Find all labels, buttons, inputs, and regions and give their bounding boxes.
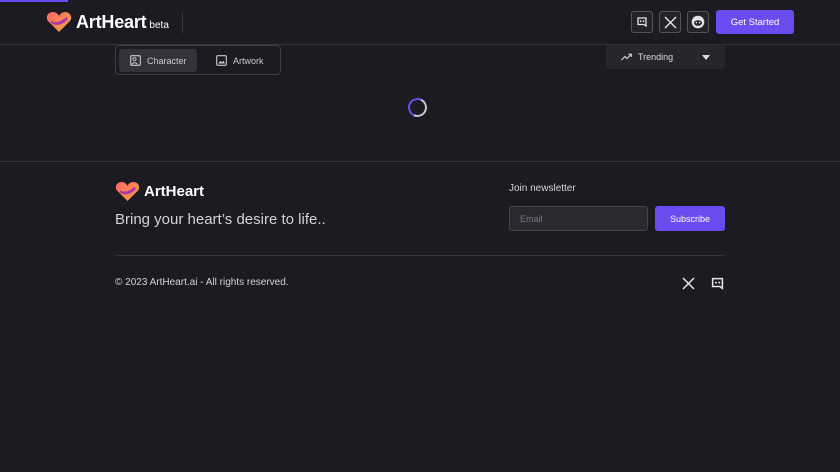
loading-spinner xyxy=(405,95,430,120)
x-icon xyxy=(664,16,676,28)
newsletter-title: Join newsletter xyxy=(509,183,576,194)
discord-button[interactable] xyxy=(631,11,653,33)
brand-name: ArtHeart xyxy=(76,11,147,32)
tab-character[interactable]: Character xyxy=(119,49,197,72)
sort-dropdown[interactable]: Trending xyxy=(606,45,725,69)
newsletter-email-input[interactable] xyxy=(509,206,648,231)
trending-icon xyxy=(621,53,632,61)
heart-logo-icon xyxy=(46,12,72,32)
caret-down-icon xyxy=(702,55,710,60)
sort-label: Trending xyxy=(638,52,674,62)
brand-logo[interactable]: ArtHeart beta xyxy=(46,11,169,33)
x-button[interactable] xyxy=(659,11,681,33)
subscribe-button[interactable]: Subscribe xyxy=(655,206,725,231)
reddit-button[interactable] xyxy=(687,11,709,33)
tab-artwork[interactable]: Artwork xyxy=(206,49,278,72)
footer-divider xyxy=(0,161,840,162)
footer-brand-name: ArtHeart xyxy=(144,183,205,200)
footer-tagline: Bring your heart’s desire to life.. xyxy=(115,211,326,228)
beta-badge: beta xyxy=(149,19,169,31)
footer-discord-link[interactable] xyxy=(710,276,724,290)
copyright-text: © 2023 ArtHeart.ai - All rights reserved… xyxy=(115,277,289,288)
get-started-button[interactable]: Get Started xyxy=(716,10,794,34)
footer-bottom-divider xyxy=(115,255,725,256)
tab-character-label: Character xyxy=(147,55,187,66)
heart-logo-icon xyxy=(115,181,140,202)
content-type-tabs: Character Artwork xyxy=(115,45,281,75)
reddit-icon xyxy=(691,15,705,29)
footer-brand-logo[interactable]: ArtHeart xyxy=(115,181,204,202)
image-icon xyxy=(216,55,227,66)
character-icon xyxy=(130,55,141,66)
discord-icon xyxy=(711,277,723,290)
x-icon xyxy=(681,276,695,290)
discord-icon xyxy=(637,17,647,28)
footer-x-link[interactable] xyxy=(681,276,695,290)
top-header: ArtHeart beta Get Started xyxy=(0,0,840,45)
header-divider xyxy=(182,12,183,33)
tab-artwork-label: Artwork xyxy=(233,55,264,66)
